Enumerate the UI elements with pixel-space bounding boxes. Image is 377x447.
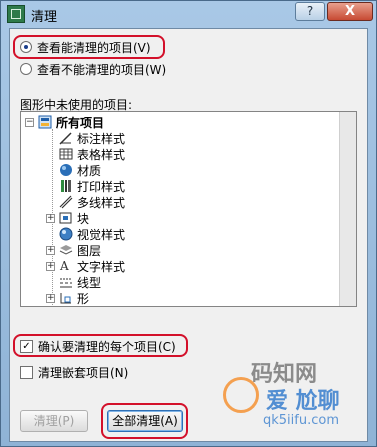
radio-label: 查看不能清理的项目(W) — [37, 62, 167, 77]
visual-style-icon — [59, 227, 73, 241]
radio-view-purgeable[interactable]: 查看能清理的项目(V) — [20, 39, 151, 55]
tree-item-label: 块 — [77, 211, 90, 226]
text-style-icon: A — [59, 259, 73, 273]
window-title: 清理 — [31, 10, 58, 25]
purge-dialog: 清理 ? X 查看能清理的项目(V) 查看不能清理的项目(W) 图形中未使用的项… — [0, 0, 377, 447]
tree-item-label: 多线样式 — [77, 195, 126, 210]
radio-dot[interactable] — [20, 41, 32, 53]
plot-style-icon — [59, 179, 73, 193]
tree-item-label: 线型 — [77, 275, 102, 290]
linetype-icon — [59, 275, 73, 289]
radio-dot[interactable] — [20, 63, 32, 75]
tree-item[interactable]: 表格样式 — [59, 146, 125, 162]
expand-icon[interactable]: + — [46, 261, 55, 271]
watermark-url: qk5iifu.com — [263, 413, 339, 428]
checkbox-box[interactable] — [20, 365, 33, 379]
tree-item[interactable]: 多线样式 — [59, 194, 125, 210]
tree-item[interactable]: 线型 — [59, 274, 101, 290]
expand-icon[interactable]: + — [46, 245, 55, 255]
checkbox-label: 清理嵌套项目(N) — [38, 365, 129, 380]
tree-item[interactable]: 打印样式 — [59, 178, 125, 194]
all-items-icon — [38, 115, 52, 129]
tree-item[interactable]: + A 文字样式 — [46, 258, 125, 274]
shape-icon — [59, 291, 73, 305]
watermark-text: 爱 尬聊 — [266, 389, 340, 414]
checkbox-label: 确认要清理的每个项目(C) — [38, 339, 176, 354]
tree-item[interactable]: + 块 — [46, 210, 89, 226]
tree-item-label: 视觉样式 — [77, 227, 126, 242]
tree-item[interactable]: + 图层 — [46, 242, 101, 258]
tree-item-label: 打印样式 — [77, 179, 126, 194]
tree-item[interactable]: 标注样式 — [59, 130, 125, 146]
tree-item-label: 图层 — [77, 243, 102, 258]
tree-item[interactable]: 视觉样式 — [59, 226, 125, 242]
expand-icon[interactable]: + — [46, 293, 55, 303]
tree-item-label: 文字样式 — [77, 259, 126, 274]
tree-item-label: 材质 — [77, 163, 102, 178]
expand-icon[interactable]: + — [46, 213, 55, 223]
title-bar[interactable]: 清理 ? X — [1, 1, 376, 27]
multiline-style-icon — [59, 195, 73, 209]
purge-tree[interactable]: − 所有项目 标注样式 表格样式 材质 打印样式 多线样式 + 块 视觉样式 +… — [20, 111, 357, 307]
collapse-icon[interactable]: − — [25, 117, 34, 127]
svg-text:A: A — [59, 259, 69, 273]
purge-all-button[interactable]: 全部清理(A) — [107, 410, 183, 432]
material-sphere-icon — [59, 163, 73, 177]
dimension-style-icon — [59, 131, 73, 145]
help-button[interactable]: ? — [295, 2, 325, 21]
checkbox-confirm-each[interactable]: ✓ 确认要清理的每个项目(C) — [20, 338, 176, 354]
tree-root[interactable]: − 所有项目 — [25, 114, 104, 130]
table-style-icon — [59, 147, 73, 161]
tree-item-label: 标注样式 — [77, 131, 126, 146]
app-icon — [7, 5, 25, 23]
purge-button[interactable]: 清理(P) — [20, 410, 88, 432]
tree-root-label: 所有项目 — [56, 115, 105, 130]
tree-scrollbar[interactable] — [339, 112, 356, 306]
tree-item[interactable]: 材质 — [59, 162, 101, 178]
radio-label: 查看能清理的项目(V) — [37, 40, 151, 55]
checkbox-purge-nested[interactable]: 清理嵌套项目(N) — [20, 364, 128, 380]
tree-item-label: 形 — [77, 291, 90, 306]
close-button[interactable]: X — [327, 2, 373, 21]
radio-view-nonpurgeable[interactable]: 查看不能清理的项目(W) — [20, 61, 166, 77]
block-icon — [59, 211, 73, 225]
tree-item[interactable]: + 形 — [46, 290, 89, 306]
tree-item-label: 表格样式 — [77, 147, 126, 162]
checkbox-box[interactable]: ✓ — [20, 339, 33, 353]
layer-icon — [59, 243, 73, 257]
